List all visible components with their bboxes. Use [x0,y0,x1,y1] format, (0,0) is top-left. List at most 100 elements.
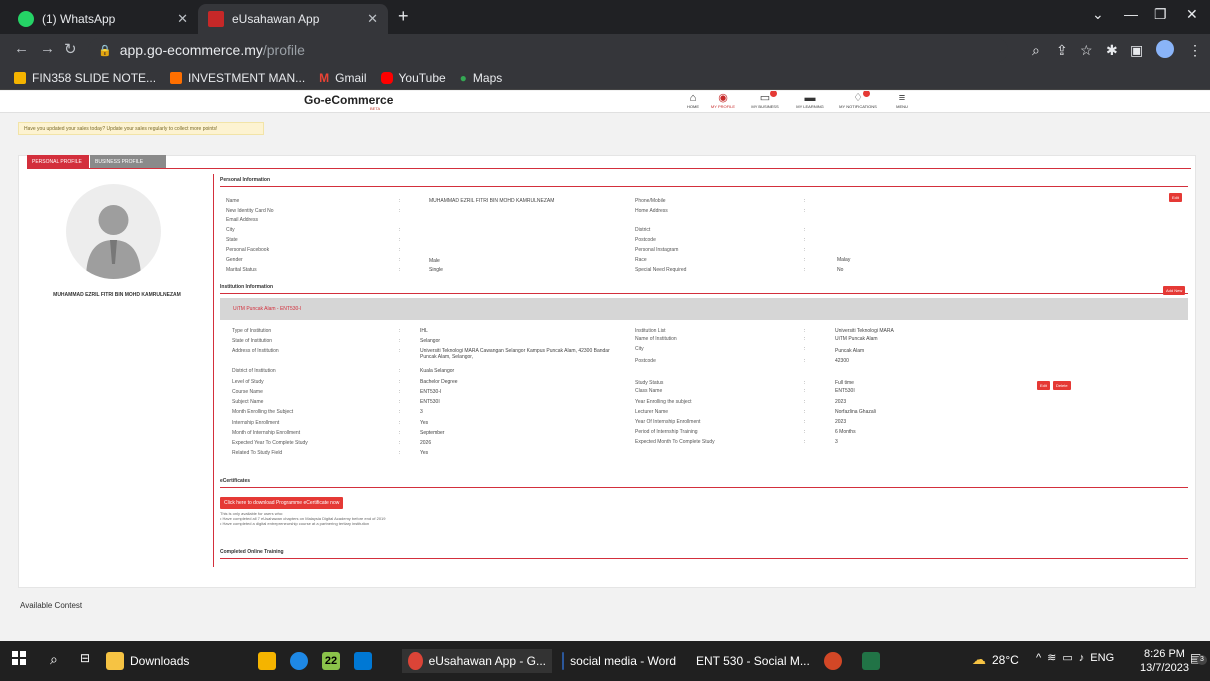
bookmark-item[interactable]: INVESTMENT MAN... [170,71,305,85]
share-icon[interactable]: ⇪ [1056,42,1068,59]
tab-business-profile[interactable]: BUSINESS PROFILE [90,155,166,168]
field-label: Postcode [635,358,656,364]
ecert-bullet: • Have completed a digital entrepreneurs… [220,521,370,526]
forward-arrow-icon[interactable]: → [40,40,55,57]
system-clock[interactable]: 8:26 PM 13/7/2023 [1140,647,1189,675]
search-icon[interactable]: ⌕ [50,651,58,668]
nav-label: MY BUSINESS [751,104,779,109]
mail-icon [354,652,372,670]
more-menu-icon[interactable]: ⋮ [1188,42,1202,59]
colon: : [399,237,401,243]
field-label: District of Institution [232,368,276,374]
bookmark-star-icon[interactable]: ☆ [1080,42,1093,59]
field-label: Lecturer Name [635,409,669,415]
available-contest-heading: Available Contest [20,601,83,610]
battery-icon: ▭ [1062,652,1073,664]
minimize-button[interactable]: — [1124,6,1138,22]
store-icon [258,652,276,670]
profile-icon: ◉ [718,92,728,104]
field-label: Study Status [635,380,664,386]
bookmark-label: YouTube [398,70,446,85]
nav-my-notifications[interactable]: ♢ MY NOTIFICATIONS [838,91,878,110]
close-window-button[interactable]: ✕ [1186,6,1198,23]
network-icon: ≋ [1047,652,1057,664]
colon: : [804,346,806,352]
field-label: Expected Month To Complete Study [635,439,715,445]
address-bar: ← → ↻ 🔒 app.go-ecommerce.my/profile ⌕ ⇪ … [0,34,1210,66]
download-ecertificate-button[interactable]: Click here to download Programme eCertif… [220,497,344,509]
bookmark-item[interactable]: YouTube [380,70,446,85]
notification-center-icon[interactable]: ▤ 3 [1190,651,1207,665]
edit-institution-button[interactable]: Edit [1037,381,1050,390]
tab-eusahawan[interactable]: eUsahawan App ✕ [198,4,388,34]
profile-avatar [66,184,161,279]
extensions-icon[interactable]: ✱ [1106,42,1118,59]
close-icon[interactable]: ✕ [367,11,378,27]
close-icon[interactable]: ✕ [177,11,188,27]
nav-my-learning[interactable]: ▬ MY LEARNING [790,92,830,110]
taskbar-word-social[interactable]: social media - Word [556,649,682,673]
taskbar-word-ent530[interactable]: ENT 530 - Social M... [684,649,812,673]
field-value: Universiti Teknologi MARA Cawangan Selan… [420,348,610,360]
delete-institution-button[interactable]: Delete [1053,381,1071,390]
colon: : [399,208,401,214]
colon: : [804,267,806,273]
nav-my-business[interactable]: ▭ MY BUSINESS [745,91,785,110]
menu-icon: ≡ [898,92,906,104]
taskbar-calendar[interactable]: 22 [316,649,346,673]
taskbar-store[interactable] [252,649,282,673]
bookmark-item[interactable]: M Gmail [319,71,366,85]
nav-menu[interactable]: ≡ MENU [882,92,922,110]
colon: : [399,420,401,426]
bookmark-item[interactable]: ● Maps [460,71,503,85]
taskbar-mail[interactable] [348,649,378,673]
taskbar-edge[interactable] [284,649,314,673]
new-tab-button[interactable]: + [398,6,409,27]
business-chart-icon: ▭ [760,91,778,104]
add-new-institution-button[interactable]: Add New [1163,286,1186,295]
clock-time: 8:26 PM [1143,648,1185,660]
back-arrow-icon[interactable]: ← [14,40,29,57]
taskbar-excel[interactable] [856,649,886,673]
zoom-icon[interactable]: ⌕ [1032,42,1040,59]
windows-logo-icon [12,651,26,665]
weather-widget[interactable]: ☁ 28°C [972,651,1019,668]
taskbar-downloads[interactable]: Downloads [100,649,195,673]
site-logo[interactable]: Go-eCommerce [304,93,393,107]
colon: : [399,440,401,446]
bookmark-label: FIN358 SLIDE NOTE... [32,70,157,85]
field-value: Bachelor Degree [420,379,458,385]
word-icon [562,652,565,670]
side-panel-icon[interactable]: ▣ [1130,42,1143,59]
taskbar-chrome-eusahawan[interactable]: eUsahawan App - G... [402,649,552,673]
bookmark-item[interactable]: FIN358 SLIDE NOTE... [14,71,156,85]
colon: : [804,439,806,445]
colon: : [804,208,806,214]
nav-my-profile[interactable]: ◉ MY PROFILE [703,92,743,110]
taskbar-powerpoint[interactable] [818,649,848,673]
field-label: Subject Name [232,399,264,405]
tray-icons[interactable]: ^ ≋ ▭ ♪ ENG [1036,651,1114,665]
lock-icon: 🔒 [98,44,112,57]
ecertificates-header: eCertificates [220,478,1188,488]
task-view-icon[interactable]: ⊟ [80,651,90,665]
tab-search-icon[interactable]: ⌄ [1092,6,1104,23]
maximize-button[interactable]: ❐ [1154,6,1167,23]
field-label: Name of Institution [635,336,677,342]
avatar[interactable] [1156,40,1174,58]
windows-start-icon[interactable] [12,651,26,665]
web-page: Go-eCommerce BETA ⌂ HOME ◉ MY PROFILE ▭ … [0,91,1210,641]
tab-title: (1) WhatsApp [42,12,116,26]
field-value: Universiti Teknologi MARA [835,328,894,334]
tab-divider [27,168,1191,169]
tab-whatsapp[interactable]: (1) WhatsApp ✕ [8,4,198,34]
bookmark-icon [14,71,26,84]
institution-band-title[interactable]: UiTM Puncak Alam - ENT530-I [233,306,301,312]
colon: : [399,450,401,456]
edit-personal-button[interactable]: Edit [1169,193,1182,202]
colon: : [399,389,401,395]
tab-personal-profile[interactable]: PERSONAL PROFILE [27,155,89,168]
reload-icon[interactable]: ↻ [64,40,77,58]
url-input[interactable]: 🔒 app.go-ecommerce.my/profile [88,38,1008,62]
field-value: Yes [420,420,429,426]
